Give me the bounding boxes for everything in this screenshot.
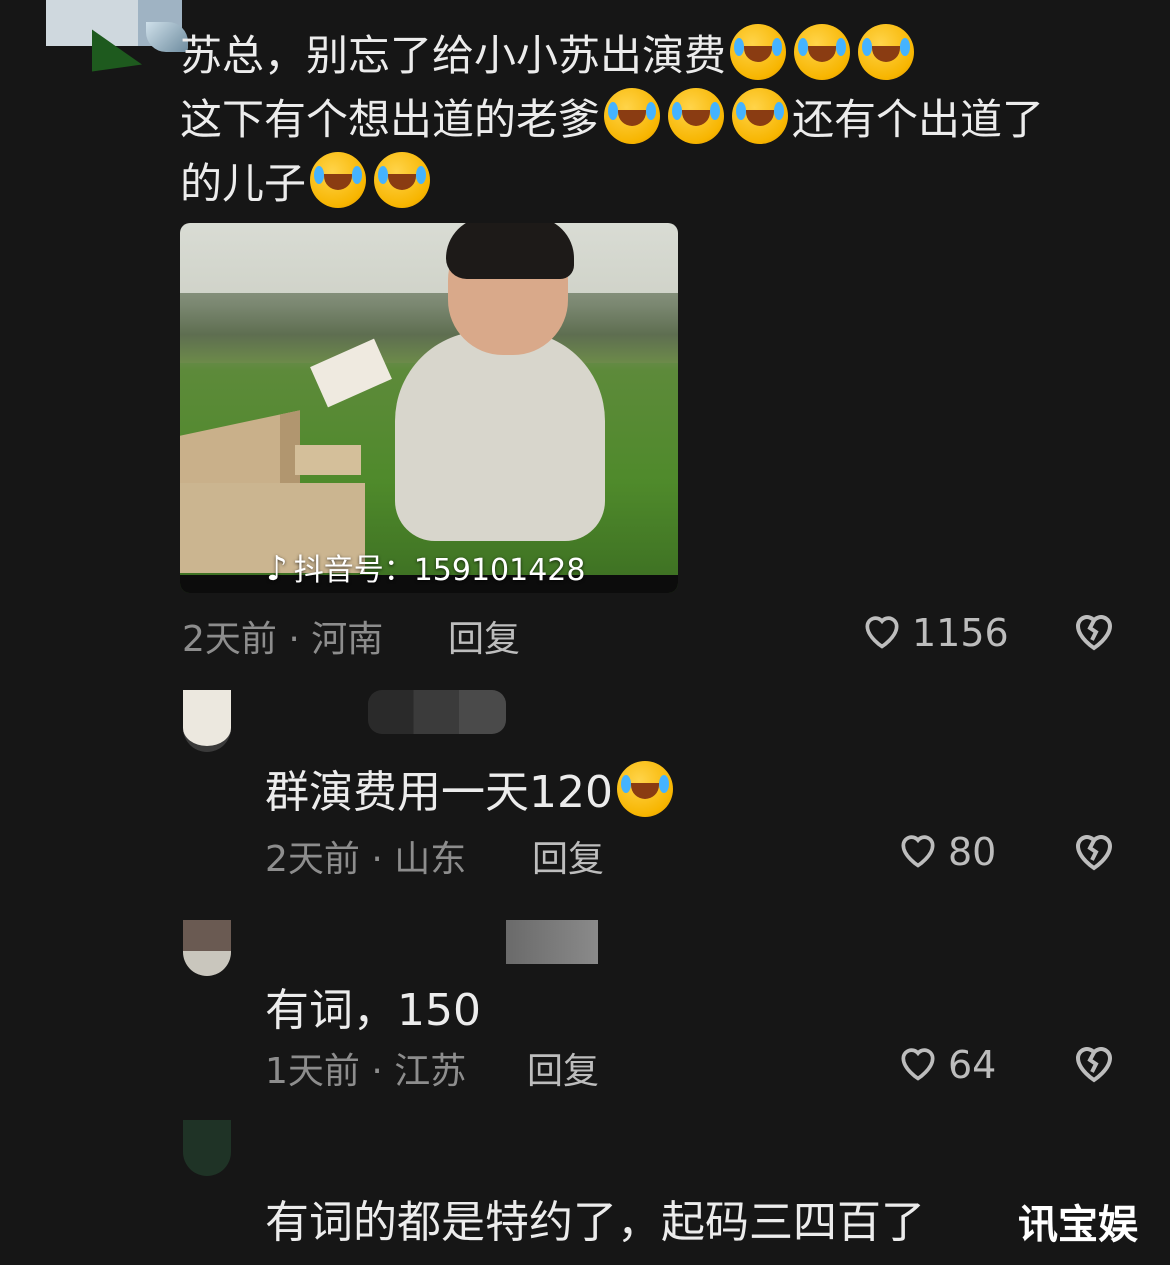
- reply-time-location: 2天前 · 山东: [265, 839, 467, 880]
- laughing-crying-emoji-icon: [374, 152, 431, 208]
- reply-username-blurred[interactable]: [506, 920, 598, 964]
- reply-text: 群演费用一天120: [265, 756, 677, 820]
- reply-avatar[interactable]: [183, 920, 231, 976]
- commenter-avatar[interactable]: [46, 0, 188, 90]
- like-count: 1156: [912, 611, 1009, 655]
- like-button[interactable]: 64: [896, 1040, 996, 1087]
- reply-time-location: 1天前 · 江苏: [265, 1051, 467, 1092]
- tiktok-icon: ♪: [266, 549, 288, 589]
- comment-line-3: 还有个出道了: [792, 95, 1045, 144]
- comment-line-4: 的儿子: [180, 159, 307, 208]
- reply-text: 有词的都是特约了，起码三四百了: [265, 1197, 925, 1248]
- like-button[interactable]: 1156: [860, 608, 1009, 655]
- reply-avatar[interactable]: [183, 690, 231, 752]
- video-watermark: ♪ 抖音号：159101428: [266, 549, 586, 589]
- laughing-crying-emoji-icon: [730, 24, 787, 80]
- laughing-crying-emoji-icon: [310, 152, 367, 208]
- reply-button[interactable]: 回复: [448, 610, 520, 662]
- broken-heart-icon[interactable]: [1070, 826, 1118, 874]
- broken-heart-icon[interactable]: [1070, 606, 1118, 654]
- laughing-crying-emoji-icon: [732, 88, 789, 144]
- main-comment-text: 苏总，别忘了给小小苏出演费 这下有个想出道的老爹 还有个出道了 的儿子: [180, 24, 1140, 216]
- comment-line-1: 苏总，别忘了给小小苏出演费: [180, 31, 727, 80]
- reply-button[interactable]: 回复: [527, 1042, 599, 1094]
- reply-username-blurred[interactable]: [368, 690, 506, 734]
- laughing-crying-emoji-icon: [616, 761, 673, 817]
- like-count: 64: [948, 1043, 997, 1087]
- comment-line-2: 这下有个想出道的老爹: [180, 95, 601, 144]
- reply-button[interactable]: 回复: [532, 830, 604, 882]
- broken-heart-icon[interactable]: [1070, 1038, 1118, 1086]
- reply-avatar[interactable]: [183, 1120, 231, 1176]
- site-watermark: 讯宝娱: [1018, 1202, 1138, 1248]
- laughing-crying-emoji-icon: [794, 24, 851, 80]
- like-count: 80: [948, 830, 997, 874]
- heart-icon: [865, 616, 899, 649]
- laughing-crying-emoji-icon: [668, 88, 725, 144]
- reply-text: 有词，150: [265, 985, 481, 1036]
- heart-icon: [901, 835, 935, 868]
- laughing-crying-emoji-icon: [604, 88, 661, 144]
- heart-icon: [901, 1048, 935, 1081]
- video-thumbnail[interactable]: ♪ 抖音号：159101428: [180, 223, 678, 593]
- comment-time-location: 2天前 · 河南: [182, 619, 384, 660]
- laughing-crying-emoji-icon: [858, 24, 915, 80]
- like-button[interactable]: 80: [896, 827, 996, 874]
